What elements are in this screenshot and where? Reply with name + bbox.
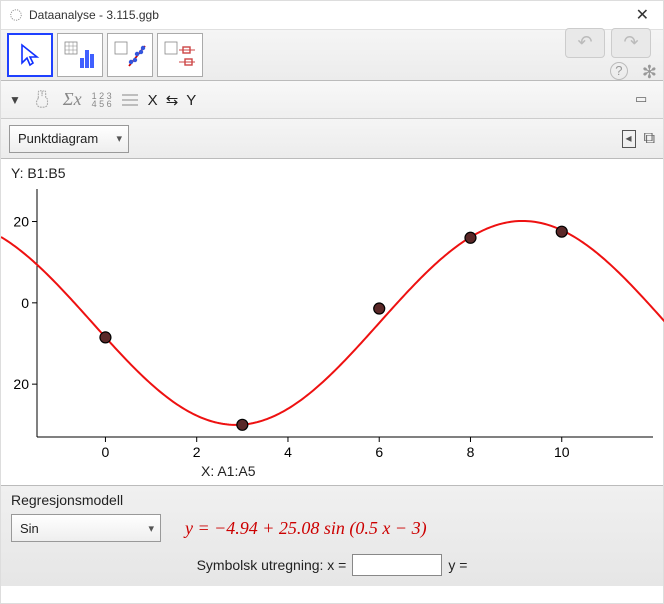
symbolic-y-label: y = — [448, 557, 467, 573]
chart-type-value: Punktdiagram — [18, 131, 98, 146]
svg-text:8: 8 — [467, 444, 475, 460]
redo-button[interactable]: ↷ — [611, 28, 651, 58]
scatter-plot: Y: B1:B5 024681020020 X: A1:A5 — [1, 159, 663, 485]
svg-text:10: 10 — [554, 444, 570, 460]
app-icon — [9, 8, 23, 22]
svg-text:20: 20 — [13, 214, 29, 230]
secondary-toolbar: ▼ Σx 1 2 34 5 6 X ⇆ Y ▭ — [1, 81, 663, 119]
window-title: Dataanalyse - 3.115.ggb — [29, 8, 630, 22]
pointer-icon — [16, 41, 44, 69]
title-bar: Dataanalyse - 3.115.ggb ✕ — [1, 1, 663, 29]
hand-icon[interactable] — [31, 87, 53, 112]
swap-xy-button[interactable]: X ⇆ Y — [148, 91, 199, 109]
symbolic-x-input[interactable] — [352, 554, 442, 576]
svg-text:0: 0 — [21, 295, 29, 311]
chart-type-bar: Punktdiagram ◂ ⧉ — [1, 119, 663, 159]
svg-text:2: 2 — [193, 444, 201, 460]
close-icon[interactable]: ✕ — [630, 5, 655, 25]
detach-icon[interactable]: ⧉ — [644, 130, 655, 148]
svg-text:6: 6 — [375, 444, 383, 460]
options-dropdown-icon[interactable]: ▼ — [9, 93, 21, 107]
tool-multi-var[interactable] — [157, 33, 203, 77]
show-data-icon[interactable]: ◂ — [622, 130, 636, 148]
x-axis-label: X: A1:A5 — [201, 463, 255, 479]
scatter-icon — [113, 40, 147, 70]
main-toolbar: ↶ ↷ ? ✻ — [1, 29, 663, 81]
plot-svg: 0 2 4 6 8 10 20 0 20 — [1, 159, 664, 485]
regression-equation: y = −4.94 + 25.08 sin (0.5 x − 3) — [185, 518, 427, 539]
undo-button[interactable]: ↶ — [565, 28, 605, 58]
tool-two-var[interactable] — [107, 33, 153, 77]
chart-type-select[interactable]: Punktdiagram — [9, 125, 129, 153]
help-icon[interactable]: ? — [610, 62, 628, 80]
gear-icon[interactable]: ✻ — [642, 62, 657, 83]
bars-icon — [63, 40, 97, 70]
svg-text:4: 4 — [284, 444, 292, 460]
svg-text:0: 0 — [102, 444, 110, 460]
tool-pointer[interactable] — [7, 33, 53, 77]
regression-panel: Regresjonsmodell Sin y = −4.94 + 25.08 s… — [1, 485, 663, 586]
regression-model-value: Sin — [20, 521, 39, 536]
boxplot-icon — [163, 40, 197, 70]
rounding-icon[interactable]: 1 2 34 5 6 — [92, 92, 112, 108]
tool-one-var[interactable] — [57, 33, 103, 77]
list-icon[interactable] — [122, 93, 138, 107]
sigma-icon[interactable]: Σx — [63, 89, 82, 110]
panel-toggle-icon[interactable]: ▭ — [635, 91, 655, 109]
regression-model-select[interactable]: Sin — [11, 514, 161, 542]
regression-title: Regresjonsmodell — [11, 492, 653, 508]
symbolic-label: Symbolsk utregning: x = — [197, 557, 347, 573]
svg-text:20: 20 — [13, 376, 29, 392]
